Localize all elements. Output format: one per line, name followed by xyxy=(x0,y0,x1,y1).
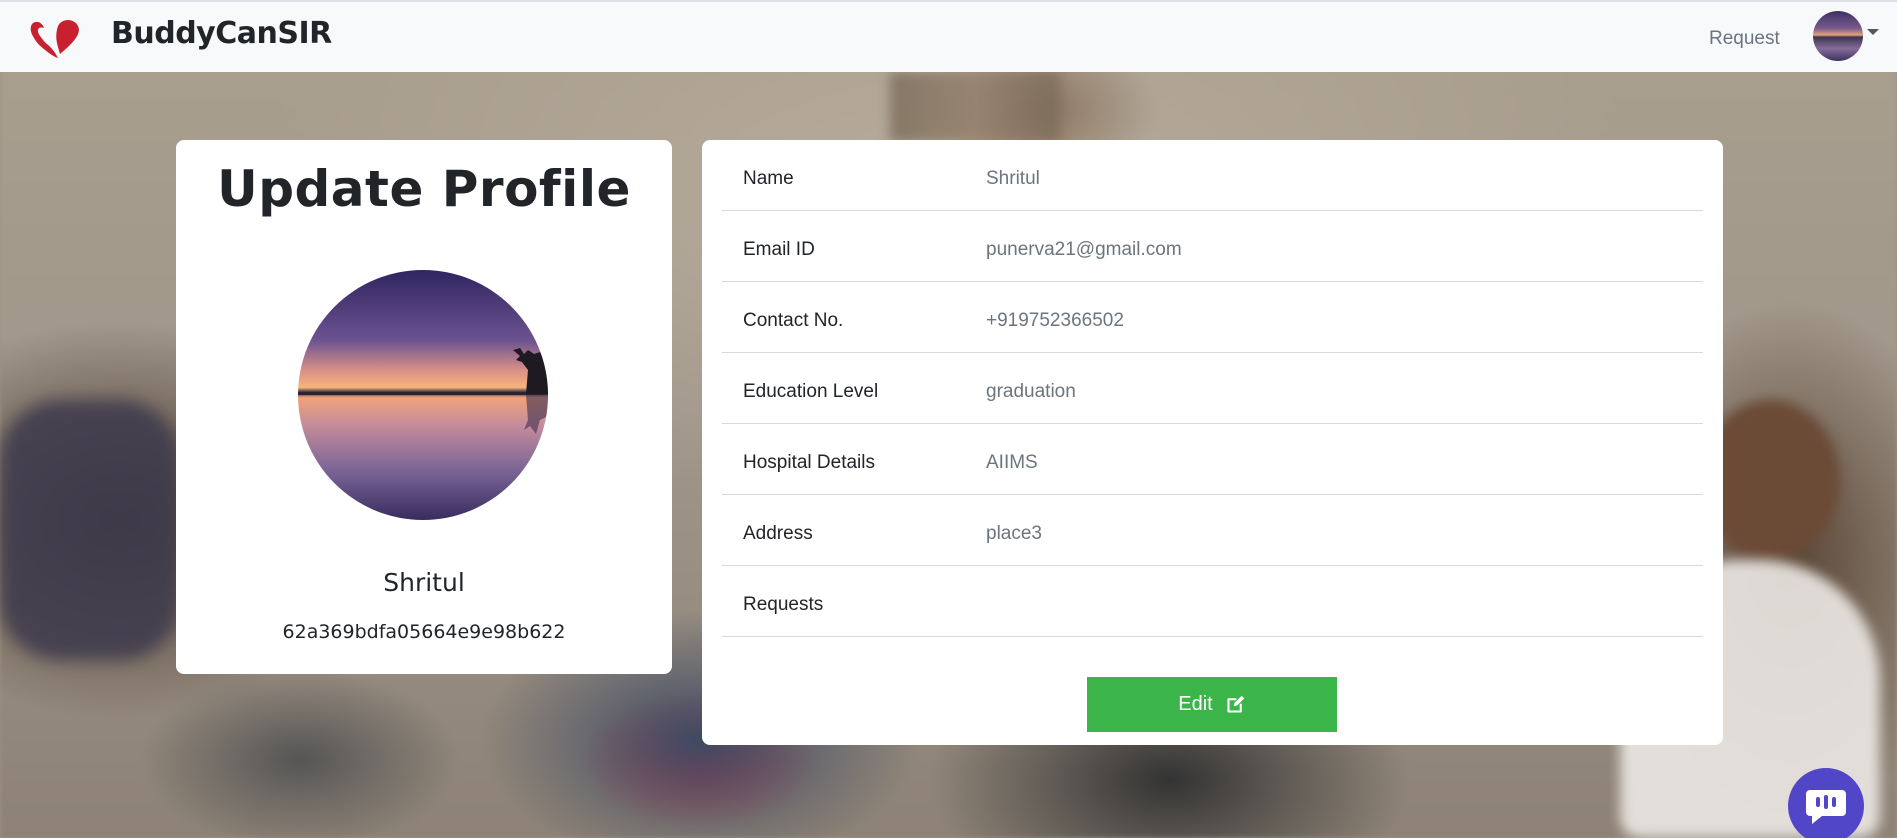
detail-value: Shritul xyxy=(986,168,1040,189)
edit-button[interactable]: Edit xyxy=(1087,677,1337,732)
detail-value: punerva21@gmail.com xyxy=(986,239,1182,260)
profile-card: Update Profile Shritul 62a369bdfa05664e9… xyxy=(176,140,672,674)
detail-value: AIIMS xyxy=(986,452,1038,473)
detail-label: Contact No. xyxy=(743,310,844,331)
edit-button-label: Edit xyxy=(1178,693,1213,715)
navbar: BuddyCanSIR Request xyxy=(0,0,1897,72)
detail-label: Requests xyxy=(743,594,824,615)
detail-row-requests: Requests xyxy=(722,566,1703,637)
background-children xyxy=(0,400,180,660)
detail-row-address: Address place3 xyxy=(722,495,1703,566)
detail-label: Name xyxy=(743,168,794,189)
detail-row-name: Name Shritul xyxy=(722,140,1703,211)
detail-value: graduation xyxy=(986,381,1076,402)
chat-icon xyxy=(1806,790,1846,824)
detail-label: Hospital Details xyxy=(743,452,875,473)
sunset-photo xyxy=(298,270,548,520)
background-tree xyxy=(890,72,1060,142)
detail-label: Education Level xyxy=(743,381,879,402)
edit-icon xyxy=(1227,695,1244,713)
detail-value: +919752366502 xyxy=(986,310,1124,331)
chat-widget-button[interactable] xyxy=(1788,768,1864,838)
heart-hands-icon[interactable] xyxy=(28,16,82,62)
page-title: Update Profile xyxy=(217,160,631,218)
nav-request-link[interactable]: Request xyxy=(1709,28,1780,50)
detail-row-education: Education Level graduation xyxy=(722,353,1703,424)
profile-photo xyxy=(298,270,548,520)
user-avatar[interactable] xyxy=(1813,11,1863,61)
details-card: Name Shritul Email ID punerva21@gmail.co… xyxy=(702,140,1723,745)
detail-row-hospital: Hospital Details AIIMS xyxy=(722,424,1703,495)
detail-label: Address xyxy=(743,523,813,544)
profile-name: Shritul xyxy=(383,568,465,597)
detail-label: Email ID xyxy=(743,239,815,260)
detail-value: place3 xyxy=(986,523,1042,544)
detail-row-contact: Contact No. +919752366502 xyxy=(722,282,1703,353)
profile-id: 62a369bdfa05664e9e98b622 xyxy=(282,621,566,643)
detail-row-email: Email ID punerva21@gmail.com xyxy=(722,211,1703,282)
caret-down-icon[interactable] xyxy=(1867,29,1879,35)
brand-name[interactable]: BuddyCanSIR xyxy=(111,16,332,51)
